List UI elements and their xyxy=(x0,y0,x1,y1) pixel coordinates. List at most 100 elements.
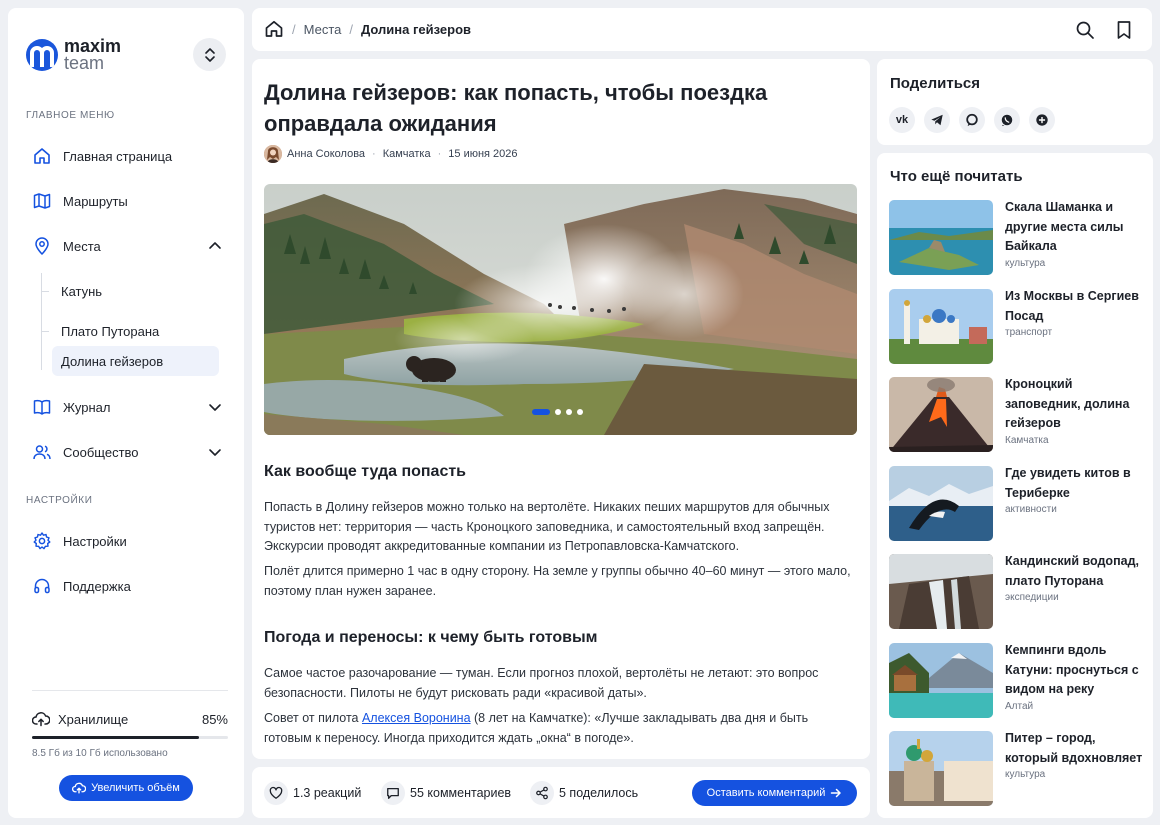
submenu-item-geyser-valley[interactable]: Долина гейзеров xyxy=(52,346,219,376)
carousel-dot[interactable] xyxy=(577,409,583,415)
submenu-tick xyxy=(41,331,49,332)
related-item[interactable]: Кемпинги вдоль Катуни: проснуться с видо… xyxy=(889,643,1145,718)
submenu-line xyxy=(41,273,42,370)
meta-separator: · xyxy=(372,148,376,160)
sidebar-item-places[interactable]: Места xyxy=(26,231,226,261)
bookmark-button[interactable] xyxy=(1113,19,1135,41)
storage-row: Хранилище 85% xyxy=(32,711,228,727)
leave-comment-button[interactable]: Оставить комментарий xyxy=(692,780,857,806)
related-item-category: транспорт xyxy=(1005,327,1053,338)
whatsapp-share-button[interactable] xyxy=(994,107,1020,133)
article-region[interactable]: Камчатка xyxy=(383,148,431,160)
sidebar-item-support[interactable]: Поддержка xyxy=(26,571,226,601)
related-item[interactable]: Из Москвы в Сергиев Посад транспорт xyxy=(889,289,1145,364)
shares-button[interactable]: 5 поделилось xyxy=(530,780,638,806)
vk-share-button[interactable]: vk xyxy=(889,107,915,133)
related-item[interactable]: Питер – город, который вдохновляет культу… xyxy=(889,731,1145,806)
related-item-category: Камчатка xyxy=(1005,434,1049,446)
sidebar-item-community[interactable]: Сообщество xyxy=(26,437,226,467)
related-thumbnail xyxy=(889,731,993,806)
related-item-category: экспедиции xyxy=(1005,592,1059,603)
related-item-category: культура xyxy=(1005,257,1046,269)
related-thumbnail xyxy=(889,377,993,452)
upgrade-storage-button[interactable]: Увеличить объём xyxy=(59,775,193,801)
share-panel: Поделиться vk xyxy=(877,59,1153,145)
storage-percent: 85% xyxy=(201,711,228,727)
sidebar-item-label: Маршруты xyxy=(63,193,128,209)
sidebar-item-label: Сообщество xyxy=(63,444,139,460)
paragraph: Самое частое разочарование — туман. Если… xyxy=(264,666,819,700)
related-thumbnail xyxy=(889,200,993,275)
chevron-down-icon xyxy=(209,404,221,411)
paragraph: Полёт длится примерно 1 час в одну сторо… xyxy=(264,564,851,598)
related-item-title: Кемпинги вдоль Катуни: проснуться с видо… xyxy=(1005,643,1139,696)
article-actions-bar: 1.3 реакций 55 комментариев 5 поделилось… xyxy=(252,767,870,818)
sidebar-item-settings[interactable]: Настройки xyxy=(26,526,226,556)
gear-icon xyxy=(32,531,52,551)
related-item[interactable]: Кандинский водопад, плато Путорана экспед… xyxy=(889,554,1145,629)
hero-image-carousel[interactable] xyxy=(264,184,857,435)
book-icon xyxy=(32,397,52,417)
avatar[interactable] xyxy=(264,145,282,163)
related-item[interactable]: Где увидеть китов в Териберке активности xyxy=(889,466,1145,541)
carousel-dot[interactable] xyxy=(532,409,550,415)
breadcrumb-section[interactable]: Места xyxy=(304,22,342,37)
home-icon[interactable] xyxy=(264,19,284,39)
breadcrumb-separator: / xyxy=(292,21,296,37)
sidebar: maxim team ГЛАВНОЕ МЕНЮ Главная страница… xyxy=(8,8,244,818)
plus-icon xyxy=(1036,114,1048,126)
share-title: Поделиться xyxy=(890,75,981,92)
reactions-button[interactable]: 1.3 реакций xyxy=(264,780,361,806)
meta-separator: · xyxy=(437,148,442,160)
comments-button[interactable]: 55 комментариев xyxy=(381,780,511,806)
search-button[interactable] xyxy=(1074,19,1096,41)
related-item[interactable]: Кроноцкий заповедник, долина гейзеров Кам… xyxy=(889,377,1145,452)
sidebar-item-label: Настройки xyxy=(63,533,127,549)
comments-count: 55 комментариев xyxy=(410,786,512,800)
logo[interactable]: maxim team xyxy=(26,37,121,73)
more-share-button[interactable] xyxy=(1029,107,1055,133)
logo-line2: team xyxy=(64,53,105,73)
telegram-icon xyxy=(931,114,943,126)
search-icon xyxy=(1076,21,1094,39)
chevron-up-down-icon xyxy=(204,47,215,62)
breadcrumb: / Места / Долина гейзеров xyxy=(264,19,471,39)
cloud-upload-icon xyxy=(72,782,87,794)
carousel-dots[interactable] xyxy=(532,409,583,415)
article-meta: Анна Соколова · Камчатка · 15 июня 2026 xyxy=(264,145,518,163)
chat-share-button[interactable] xyxy=(959,107,985,133)
chevron-up-icon xyxy=(209,242,221,249)
submenu-item-putorana[interactable]: Плато Путорана xyxy=(52,316,219,346)
sidebar-toggle-button[interactable] xyxy=(193,38,226,71)
article-title: Долина гейзеров: как попасть, чтобы поез… xyxy=(264,80,768,136)
article: Долина гейзеров: как попасть, чтобы поез… xyxy=(252,59,870,759)
section-heading: Погода и переносы: к чему быть готовым xyxy=(264,629,598,646)
paragraph-text: Совет от пилота xyxy=(264,711,362,725)
heart-icon xyxy=(264,781,288,805)
sidebar-item-journal[interactable]: Журнал xyxy=(26,392,226,422)
paragraph: Попасть в Долину гейзеров можно только н… xyxy=(264,500,830,553)
related-item[interactable]: Скала Шаманка и другие места силы Байкал… xyxy=(889,200,1145,275)
map-icon xyxy=(32,191,52,211)
telegram-share-button[interactable] xyxy=(924,107,950,133)
related-thumbnail xyxy=(889,289,993,364)
author-name[interactable]: Анна Соколова xyxy=(287,148,365,160)
headphones-icon xyxy=(32,576,52,596)
cloud-icon xyxy=(32,712,50,727)
storage-progress-bar xyxy=(32,736,228,739)
sidebar-item-label: Места xyxy=(63,238,101,254)
submenu-item-katun[interactable]: Катунь xyxy=(52,276,219,306)
carousel-dot[interactable] xyxy=(566,409,572,415)
sidebar-item-routes[interactable]: Маршруты xyxy=(26,186,226,216)
share-icon xyxy=(530,781,554,805)
vk-icon: vk xyxy=(895,114,909,126)
submenu-tick xyxy=(41,291,49,292)
sidebar-item-home[interactable]: Главная страница xyxy=(26,141,226,171)
related-item-category: активности xyxy=(1005,504,1057,515)
top-bar: / Места / Долина гейзеров xyxy=(252,8,1152,51)
pilot-link[interactable]: Алексея Воронина xyxy=(362,711,471,725)
map-pin-icon xyxy=(32,236,52,256)
related-thumbnail xyxy=(889,554,993,629)
related-thumbnail xyxy=(889,643,993,718)
carousel-dot[interactable] xyxy=(555,409,561,415)
